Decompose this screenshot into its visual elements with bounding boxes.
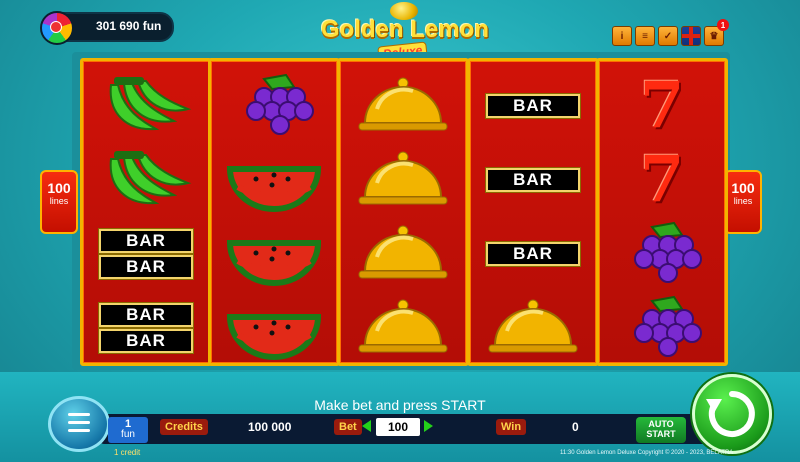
hamburger-icon bbox=[68, 421, 90, 424]
grapes-symbol-icon bbox=[211, 69, 337, 143]
bar-plate: BAR bbox=[99, 303, 193, 327]
double-bar-symbol: BAR BAR bbox=[83, 291, 209, 365]
auto-start-line1: AUTO bbox=[648, 419, 674, 429]
credits-label: Credits bbox=[160, 419, 208, 435]
seven-glyph: 7 bbox=[639, 68, 685, 143]
denomination-unit: fun bbox=[121, 429, 135, 440]
copyright-text: 11:30 Golden Lemon Deluxe Copyright © 20… bbox=[560, 450, 734, 456]
win-label: Win bbox=[496, 419, 527, 435]
watermelon-symbol-icon bbox=[211, 217, 337, 291]
hamburger-icon bbox=[68, 413, 90, 416]
bar-plate: BAR bbox=[486, 94, 580, 118]
bet-increase-arrow-icon[interactable] bbox=[424, 420, 433, 432]
balance-display: 301 690 fun bbox=[40, 11, 174, 45]
seven-symbol: 7 bbox=[599, 69, 725, 143]
bet-value: 100 bbox=[376, 418, 420, 436]
grapes-symbol-icon bbox=[599, 291, 725, 365]
lines-label: lines bbox=[733, 196, 753, 206]
bar-plate: BAR bbox=[486, 168, 580, 192]
bar-plate: BAR bbox=[99, 255, 193, 279]
bar-plate: BAR bbox=[99, 229, 193, 253]
paytable-icon[interactable]: ≡ bbox=[635, 26, 655, 46]
banana-symbol-icon bbox=[83, 143, 209, 217]
lines-badge-left: 100 lines bbox=[40, 170, 78, 234]
grapes-symbol-icon bbox=[599, 217, 725, 291]
denomination-selector[interactable]: 1 fun bbox=[108, 417, 148, 443]
lines-label: lines bbox=[49, 196, 69, 206]
cloche-symbol-icon bbox=[340, 69, 466, 143]
cloche-symbol-icon bbox=[340, 291, 466, 365]
reel-1: BAR BAR BAR BAR bbox=[80, 58, 212, 366]
credits-value: 100 000 bbox=[248, 420, 292, 434]
bet-decrease-arrow-icon[interactable] bbox=[362, 420, 371, 432]
reel-3 bbox=[337, 58, 469, 366]
status-message: Make bet and press START bbox=[314, 397, 486, 413]
bar-symbol: BAR bbox=[470, 69, 596, 143]
lines-badge-right: 100 lines bbox=[724, 170, 762, 234]
toolbar: i ≡ ✓ ♛ 1 bbox=[612, 19, 729, 46]
logo-title: Golden Lemon bbox=[321, 16, 489, 43]
seven-glyph: 7 bbox=[639, 142, 685, 217]
notification-badge: 1 bbox=[717, 19, 729, 31]
trophy-icon[interactable]: ♛ 1 bbox=[704, 19, 729, 46]
banana-symbol-icon bbox=[83, 69, 209, 143]
menu-button[interactable] bbox=[48, 396, 110, 452]
bet-label: Bet bbox=[334, 419, 362, 435]
lines-value: 100 bbox=[731, 180, 755, 196]
lines-value: 100 bbox=[47, 180, 71, 196]
bar-symbol: BAR bbox=[470, 217, 596, 291]
cloche-symbol-icon bbox=[340, 143, 466, 217]
auto-start-line2: START bbox=[646, 429, 676, 439]
balance-amount: 301 690 fun bbox=[96, 19, 162, 33]
settings-icon[interactable]: ✓ bbox=[658, 26, 678, 46]
watermelon-symbol-icon bbox=[211, 291, 337, 365]
bar-symbol: BAR bbox=[470, 143, 596, 217]
language-flag-icon[interactable] bbox=[681, 26, 701, 46]
watermelon-symbol-icon bbox=[211, 143, 337, 217]
spin-button[interactable] bbox=[692, 374, 772, 454]
info-icon[interactable]: i bbox=[612, 26, 632, 46]
reel-5: 77 bbox=[596, 58, 728, 366]
currency-coin-icon bbox=[40, 11, 74, 45]
win-value: 0 bbox=[572, 420, 579, 434]
reel-2 bbox=[208, 58, 340, 366]
double-bar-symbol: BAR BAR bbox=[83, 217, 209, 291]
hamburger-icon bbox=[68, 429, 90, 432]
cloche-symbol-icon bbox=[470, 291, 596, 365]
bar-plate: BAR bbox=[99, 329, 193, 353]
auto-start-button[interactable]: AUTO START bbox=[636, 417, 686, 443]
reel-4: BAR BAR BAR bbox=[467, 58, 599, 366]
cloche-symbol-icon bbox=[340, 217, 466, 291]
credit-info: 1 credit bbox=[114, 448, 141, 457]
seven-symbol: 7 bbox=[599, 143, 725, 217]
bar-plate: BAR bbox=[486, 242, 580, 266]
refresh-icon bbox=[706, 391, 755, 437]
